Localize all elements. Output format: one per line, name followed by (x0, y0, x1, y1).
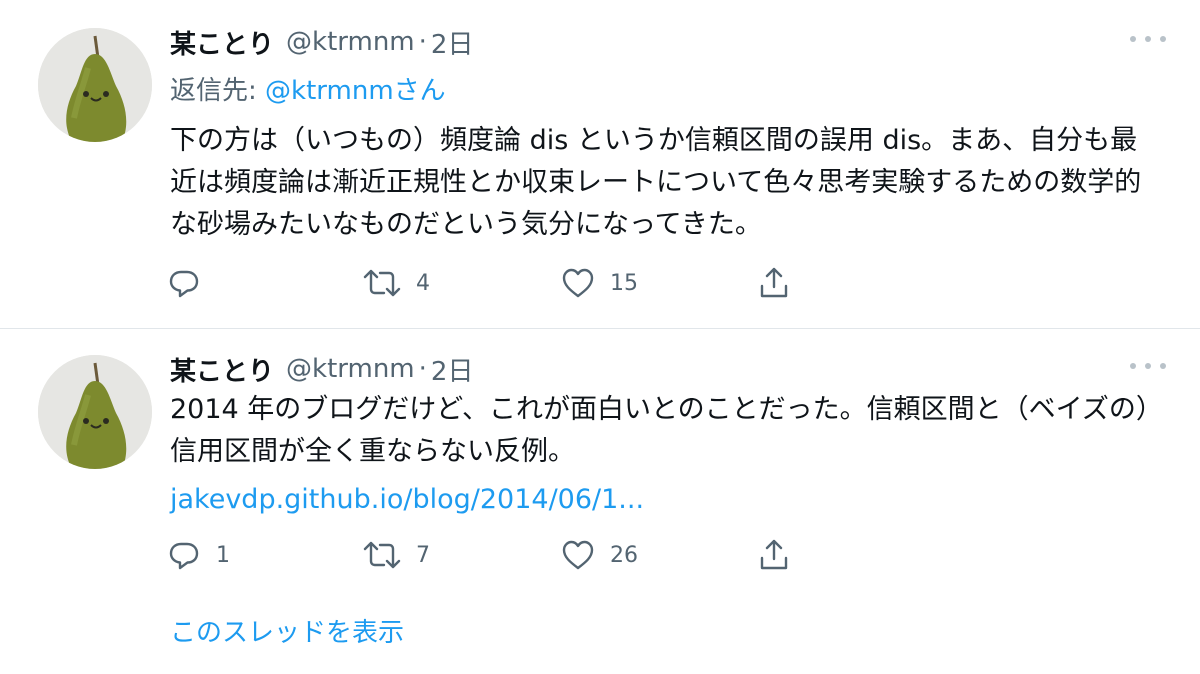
author-name[interactable]: 某ことり (170, 351, 274, 388)
tweet-header: 某ことり @ktrmnm · 2日 (170, 22, 473, 62)
avatar[interactable] (38, 28, 152, 142)
share-icon (760, 267, 788, 298)
retweet-button[interactable]: 4 (362, 263, 430, 303)
like-button[interactable]: 15 (560, 263, 638, 303)
avatar[interactable] (38, 355, 152, 469)
author-handle[interactable]: @ktrmnm (286, 354, 415, 384)
retweet-count: 4 (416, 270, 430, 296)
author-handle[interactable]: @ktrmnm (286, 27, 415, 57)
tweet-timestamp[interactable]: 2日 (431, 24, 474, 61)
retweet-icon (363, 269, 401, 297)
share-icon (760, 539, 788, 570)
retweet-button[interactable]: 7 (362, 535, 430, 575)
reply-icon (169, 270, 199, 298)
tweet-header: 某ことり @ktrmnm · 2日 (170, 349, 473, 389)
retweet-count: 7 (416, 542, 430, 568)
reply-button[interactable]: 1 (166, 535, 230, 575)
more-icon[interactable] (1130, 28, 1166, 50)
reply-icon (169, 542, 199, 570)
tweet[interactable]: 某ことり @ktrmnm · 2日 2014 年のブログだけど、これが面白いとの… (0, 329, 1200, 674)
pear-avatar-image (38, 28, 152, 142)
reply-to-suffix: さん (393, 76, 446, 106)
tweet-text: 下の方は（いつもの）頻度論 dis というか信頼区間の誤用 dis。まあ、自分も… (170, 125, 1142, 240)
reply-to-mention[interactable]: @ktrmnm (265, 76, 394, 106)
show-thread-link[interactable]: このスレッドを表示 (170, 612, 404, 649)
tweet-link[interactable]: jakevdp.github.io/blog/2014/06/1... (170, 479, 644, 521)
separator-dot: · (418, 27, 427, 57)
like-icon (562, 540, 594, 570)
tweet-timestamp[interactable]: 2日 (431, 351, 474, 388)
like-count: 15 (610, 270, 638, 296)
pear-avatar-image (38, 355, 152, 469)
retweet-icon (363, 541, 401, 569)
tweet[interactable]: 某ことり @ktrmnm · 2日 返信先: @ktrmnmさん 下の方は（いつ… (0, 0, 1200, 328)
reply-count: 1 (216, 542, 230, 568)
tweet-text: 2014 年のブログだけど、これが面白いとのことだった。信頼区間と（ベイズの）信… (170, 394, 1150, 467)
like-count: 26 (610, 542, 638, 568)
reply-to-line: 返信先: @ktrmnmさん (170, 70, 446, 107)
like-icon (562, 268, 594, 298)
separator-dot: · (418, 354, 427, 384)
like-button[interactable]: 26 (560, 535, 638, 575)
more-icon[interactable] (1130, 355, 1166, 377)
reply-button[interactable] (166, 263, 216, 303)
reply-to-prefix: 返信先: (170, 76, 266, 106)
tweet-actions: 4 15 (166, 263, 806, 303)
tweet-actions: 1 7 26 (166, 535, 806, 575)
author-name[interactable]: 某ことり (170, 24, 274, 61)
share-button[interactable] (756, 535, 792, 575)
share-button[interactable] (756, 263, 792, 303)
